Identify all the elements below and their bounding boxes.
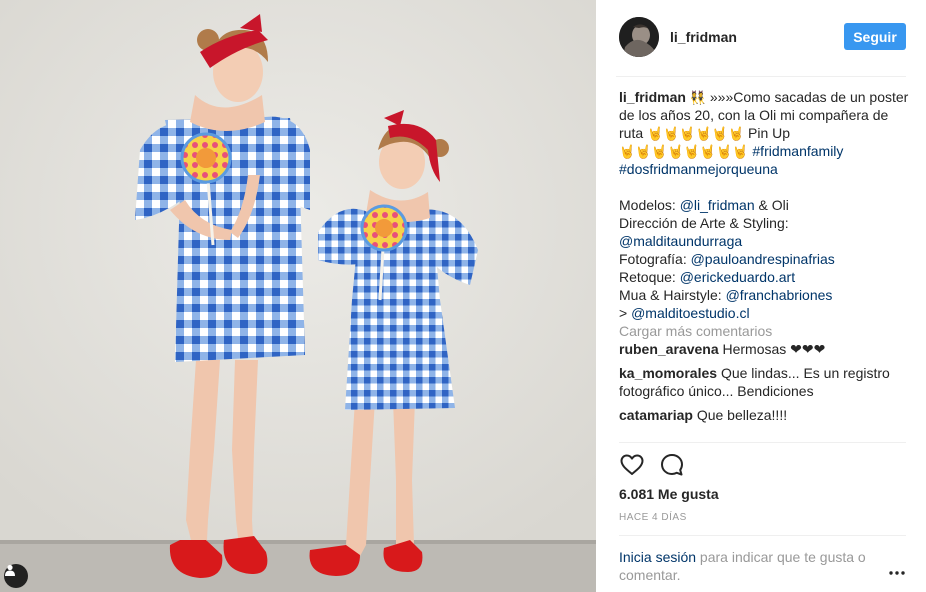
header-divider: [616, 76, 906, 77]
post-timestamp[interactable]: HACE 4 DÍAS: [619, 512, 687, 523]
post-photo-illustration: [0, 0, 596, 592]
post-photo[interactable]: [0, 0, 596, 592]
likes-count[interactable]: 6.081 Me gusta: [619, 486, 719, 502]
login-prompt: Inicia sesión para indicar que te gusta …: [619, 548, 889, 584]
rock-emojis-1: 🤘🤘🤘🤘🤘🤘: [647, 126, 745, 141]
credits-modelos: Modelos: @li_fridman & Oli: [619, 196, 909, 214]
more-options-icon: [889, 571, 905, 575]
hashtag-link[interactable]: #dosfridmanmejorqueuna: [619, 161, 778, 177]
load-more-comments-button[interactable]: Cargar más comentarios: [619, 322, 909, 340]
credits-retoque: Retoque: @erickeduardo.art: [619, 268, 909, 286]
comments-divider: [619, 442, 906, 443]
post-author-username[interactable]: li_fridman: [670, 29, 737, 45]
comment-text: Hermosas ❤❤❤: [718, 341, 826, 357]
credit-label: >: [619, 305, 632, 321]
footer-divider: [619, 535, 906, 536]
mention-link[interactable]: @franchabriones: [726, 287, 833, 303]
heart-icon[interactable]: [619, 452, 645, 478]
credit-text: & Oli: [754, 197, 789, 213]
post-header: li_fridman Seguir: [596, 0, 926, 77]
more-options-button[interactable]: [886, 566, 908, 580]
comment-icon[interactable]: [659, 452, 685, 478]
comment-author[interactable]: ka_momorales: [619, 365, 717, 381]
caption-spacer: [619, 178, 909, 196]
comment-item: catamariap Que belleza!!!!: [619, 406, 909, 424]
credit-label: Fotografía:: [619, 251, 691, 267]
mention-link[interactable]: @erickeduardo.art: [680, 269, 795, 285]
mention-link[interactable]: @li_fridman: [680, 197, 755, 213]
credits-direccion-label: Dirección de Arte & Styling:: [619, 215, 789, 231]
login-link[interactable]: Inicia sesión: [619, 549, 696, 565]
comment-author[interactable]: ruben_aravena: [619, 341, 719, 357]
hashtag-link[interactable]: #fridmanfamily: [752, 143, 843, 159]
credit-label: Retoque:: [619, 269, 680, 285]
credits-studio: > @malditoestudio.cl: [619, 304, 909, 322]
user-tag-button[interactable]: [4, 564, 28, 588]
caption-text-2: Pin Up: [744, 125, 791, 141]
credits-mua: Mua & Hairstyle: @franchabriones: [619, 286, 909, 304]
caption-author[interactable]: li_fridman: [619, 89, 686, 105]
rock-emojis-2: 🤘🤘🤘🤘🤘🤘🤘🤘: [619, 144, 749, 159]
mention-link[interactable]: @malditoestudio.cl: [631, 305, 750, 321]
credits-foto: Fotografía: @pauloandrespinafrias: [619, 250, 909, 268]
comments-section: li_fridman 👯 »»»Como sacadas de un poste…: [619, 88, 909, 424]
credit-label: Modelos:: [619, 197, 680, 213]
mention-link[interactable]: @malditaundurraga: [619, 233, 742, 249]
comment-author[interactable]: catamariap: [619, 407, 693, 423]
comment-text: Que belleza!!!!: [692, 407, 788, 423]
avatar-image: [619, 17, 659, 57]
avatar[interactable]: [619, 17, 659, 57]
comment-item: ka_momorales Que lindas... Es un registr…: [619, 364, 909, 400]
caption: li_fridman 👯 »»»Como sacadas de un poste…: [619, 88, 909, 178]
credit-label: Mua & Hairstyle:: [619, 287, 726, 303]
follow-button[interactable]: Seguir: [844, 23, 906, 50]
comment-item: ruben_aravena Hermosas ❤❤❤: [619, 340, 909, 358]
user-tag-icon: [5, 564, 15, 576]
credits-direccion: @malditaundurraga: [619, 232, 909, 250]
mention-link[interactable]: @pauloandrespinafrias: [691, 251, 835, 267]
dancers-emoji: 👯: [689, 90, 706, 105]
